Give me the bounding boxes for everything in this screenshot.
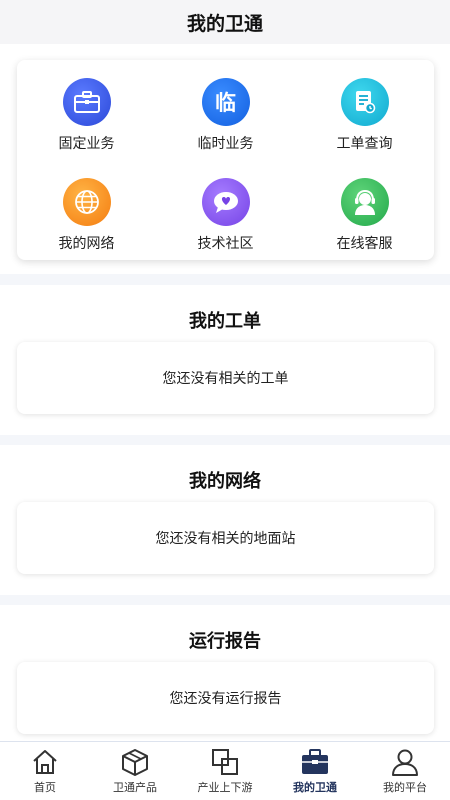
reports-empty-card[interactable]: 您还没有运行报告 [17, 662, 434, 734]
bottom-tab-bar: 首页 卫通产品 产业上下游 我的卫通 我的平台 [0, 741, 450, 800]
home-icon [31, 749, 59, 775]
empty-message: 您还没有相关的工单 [162, 371, 289, 387]
reports-section: 运行报告 您还没有运行报告 [0, 605, 450, 741]
grid-item-label: 工单查询 [336, 136, 393, 152]
tab-label: 首页 [34, 781, 56, 794]
toolbox-icon [301, 749, 329, 775]
section-title: 运行报告 [189, 631, 261, 652]
function-grid-card: 固定业务 临 临时业务 工单查询 我的网络 技术社区 在线客服 [17, 60, 434, 260]
grid-item-online-service[interactable]: 在线客服 [295, 160, 434, 260]
grid-item-label: 固定业务 [58, 136, 115, 152]
document-search-icon [340, 78, 389, 126]
grid-item-my-network[interactable]: 我的网络 [17, 160, 156, 260]
headset-agent-icon [340, 178, 389, 226]
tab-my-platform[interactable]: 我的平台 [360, 742, 450, 800]
tab-label: 我的平台 [383, 781, 427, 794]
page-title: 我的卫通 [186, 12, 263, 35]
grid-item-fixed-business[interactable]: 固定业务 [17, 60, 156, 160]
tab-home[interactable]: 首页 [0, 742, 90, 800]
globe-icon [62, 178, 111, 226]
chat-heart-icon [201, 178, 250, 226]
temporary-char-icon: 临 [201, 78, 250, 126]
grid-item-label: 临时业务 [197, 136, 254, 152]
tab-products[interactable]: 卫通产品 [90, 742, 180, 800]
work-orders-section: 我的工单 您还没有相关的工单 [0, 285, 450, 435]
cube-icon [121, 749, 149, 776]
section-title: 我的网络 [189, 471, 261, 492]
grid-item-label: 在线客服 [336, 236, 393, 252]
user-icon [391, 749, 419, 776]
top-header: 我的卫通 [0, 0, 450, 44]
overlap-squares-icon [211, 749, 239, 775]
grid-item-tech-community[interactable]: 技术社区 [156, 160, 295, 260]
network-empty-card[interactable]: 您还没有相关的地面站 [17, 502, 434, 574]
grid-item-label: 我的网络 [58, 236, 115, 252]
grid-item-label: 技术社区 [197, 236, 254, 252]
grid-item-work-order-query[interactable]: 工单查询 [295, 60, 434, 160]
tab-industry-chain[interactable]: 产业上下游 [180, 742, 270, 800]
work-orders-empty-card[interactable]: 您还没有相关的工单 [17, 342, 434, 414]
tab-label: 我的卫通 [293, 781, 337, 794]
empty-message: 您还没有运行报告 [169, 691, 282, 707]
grid-item-temporary-business[interactable]: 临 临时业务 [156, 60, 295, 160]
function-grid-section: 固定业务 临 临时业务 工单查询 我的网络 技术社区 在线客服 [0, 44, 450, 274]
tab-label: 产业上下游 [197, 781, 253, 794]
tab-my-satcom[interactable]: 我的卫通 [270, 742, 360, 800]
section-title: 我的工单 [189, 311, 261, 332]
tab-label: 卫通产品 [113, 781, 157, 794]
network-section: 我的网络 您还没有相关的地面站 [0, 445, 450, 595]
briefcase-icon [62, 78, 111, 126]
empty-message: 您还没有相关的地面站 [155, 531, 296, 547]
